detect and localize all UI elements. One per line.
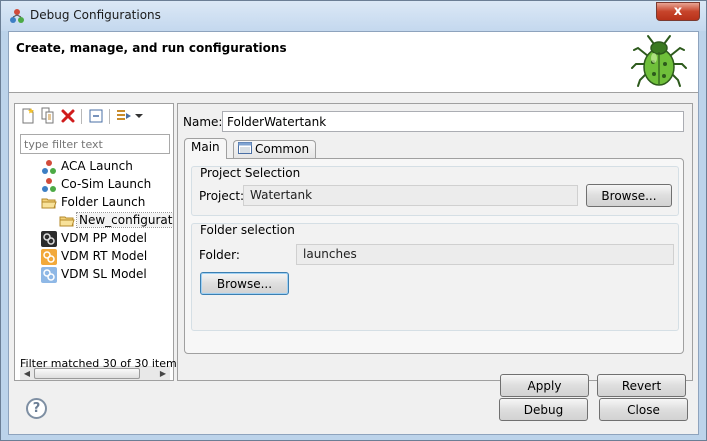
window-title: Debug Configurations [30,8,161,22]
tree-item-label: Co-Sim Launch [61,177,152,191]
name-input[interactable] [222,111,684,132]
window-close-button[interactable]: x [656,2,700,21]
dialog-header: Create, manage, and run configurations [9,32,698,93]
apply-button[interactable]: Apply [500,374,589,397]
launch-config-tree: ACA Launch Co-Sim Launch Folder Launch N… [15,158,173,338]
project-selection-group: Project Selection Project: Watertank Bro… [191,166,679,216]
vdm-pp-icon [41,231,57,247]
toolbar-separator [109,109,110,124]
debug-bug-icon [631,35,687,87]
duplicate-icon[interactable] [39,107,57,125]
revert-button[interactable]: Revert [597,374,686,397]
group-title: Folder selection [200,223,295,237]
folder-launch-icon [41,198,57,209]
config-tabs: Main Common [184,138,688,159]
folder-launch-config-icon [59,216,75,227]
tab-label: Common [255,142,310,156]
debug-configurations-icon [10,9,24,23]
tree-item-label: New_configuration [76,212,173,228]
group-title: Project Selection [200,166,301,180]
close-button[interactable]: Close [599,398,688,421]
filter-input[interactable] [20,134,170,154]
filter-icon[interactable] [115,107,133,125]
filter-status-text: Filter matched 30 of 30 items [20,357,183,370]
tree-item-label: VDM SL Model [61,267,147,281]
folder-selection-group: Folder selection Folder: launches Browse… [191,223,679,331]
main-tab-content: Project Selection Project: Watertank Bro… [184,158,684,354]
toolbar-separator [81,109,82,124]
help-icon[interactable]: ? [26,398,47,419]
delete-icon[interactable] [59,107,77,125]
folder-label: Folder: [199,248,240,262]
dialog-client-area: Create, manage, and run configurations t… [8,31,699,435]
tree-item-label: VDM RT Model [61,249,148,263]
configuration-editor-panel: Name: Main Common Project Selection [177,103,693,397]
vdm-rt-icon [41,249,57,265]
tree-item-label: Folder Launch [61,195,146,209]
project-field: Watertank [243,185,578,206]
collapse-all-icon[interactable] [87,107,105,125]
debug-configurations-window: Debug Configurations x Create, manage, a… [0,0,707,441]
tab-main[interactable]: Main [184,138,227,159]
debug-button[interactable]: Debug [499,398,588,421]
dropdown-icon[interactable] [133,107,145,125]
project-browse-button[interactable]: Browse... [586,184,672,207]
cosim-launch-icon [42,178,56,192]
aca-launch-icon [42,160,56,174]
common-tab-icon [238,142,252,154]
folder-field: launches [296,244,674,265]
new-launch-config-icon[interactable] [19,107,37,125]
tab-label: Main [191,140,220,154]
header-title: Create, manage, and run configurations [16,41,287,55]
vdm-sl-icon [41,267,57,283]
launch-config-tree-panel: ACA Launch Co-Sim Launch Folder Lau [14,103,174,381]
tree-item-label: VDM PP Model [61,231,147,245]
title-bar: Debug Configurations x [1,1,706,31]
tree-toolbar [17,107,172,127]
name-label: Name: [183,115,223,129]
tree-item-label: ACA Launch [61,159,133,173]
project-label: Project: [199,189,245,203]
folder-browse-button[interactable]: Browse... [200,272,289,295]
tab-common[interactable]: Common [233,140,317,159]
